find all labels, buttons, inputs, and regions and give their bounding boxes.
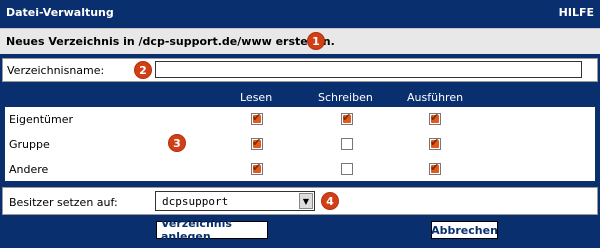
owner-label: Besitzer setzen auf:	[9, 196, 118, 209]
create-directory-button[interactable]: Verzeichnis anlegen	[156, 217, 268, 243]
owner-select[interactable]: dcpsupport ▼	[155, 191, 315, 211]
step-badge-3: 3	[168, 134, 186, 152]
others-read-checkbox[interactable]	[251, 161, 263, 175]
title-bar: Datei-Verwaltung HILFE	[0, 0, 600, 26]
info-bar: Neues Verzeichnis in /dcp-support.de/www…	[0, 28, 600, 54]
permission-row-label: Andere	[9, 163, 49, 176]
column-read: Lesen	[240, 91, 273, 104]
owner-selected-value: dcpsupport	[162, 195, 229, 208]
owner-write-checkbox[interactable]	[341, 111, 353, 125]
step-badge-2: 2	[134, 61, 152, 79]
dropdown-arrow-icon[interactable]: ▼	[299, 193, 313, 209]
step-badge-1: 1	[307, 32, 325, 50]
group-read-checkbox[interactable]	[251, 136, 263, 150]
permission-row-label: Gruppe	[9, 138, 50, 151]
owner-execute-checkbox[interactable]	[429, 111, 441, 125]
app-title: Datei-Verwaltung	[6, 6, 114, 19]
cancel-button[interactable]: Abbrechen	[431, 221, 498, 239]
group-execute-checkbox[interactable]	[429, 136, 441, 150]
step-badge-4: 4	[321, 192, 339, 210]
permissions-table: Eigentümer Gruppe Andere	[4, 106, 596, 182]
permission-row-label: Eigentümer	[9, 113, 74, 126]
directory-name-input[interactable]	[155, 61, 582, 78]
permission-row-owner: Eigentümer	[5, 107, 595, 132]
owner-read-checkbox[interactable]	[251, 111, 263, 125]
others-execute-checkbox[interactable]	[429, 161, 441, 175]
permission-row-group: Gruppe	[5, 132, 595, 157]
info-message: Neues Verzeichnis in /dcp-support.de/www…	[6, 35, 335, 48]
help-link[interactable]: HILFE	[559, 6, 594, 19]
column-execute: Ausführen	[407, 91, 464, 104]
others-write-checkbox[interactable]	[341, 163, 353, 175]
permissions-header: Lesen Schreiben Ausführen	[4, 88, 596, 106]
permission-row-others: Andere	[5, 157, 595, 182]
group-write-checkbox[interactable]	[341, 138, 353, 150]
directory-name-label: Verzeichnisname:	[7, 64, 105, 77]
column-write: Schreiben	[318, 91, 373, 104]
